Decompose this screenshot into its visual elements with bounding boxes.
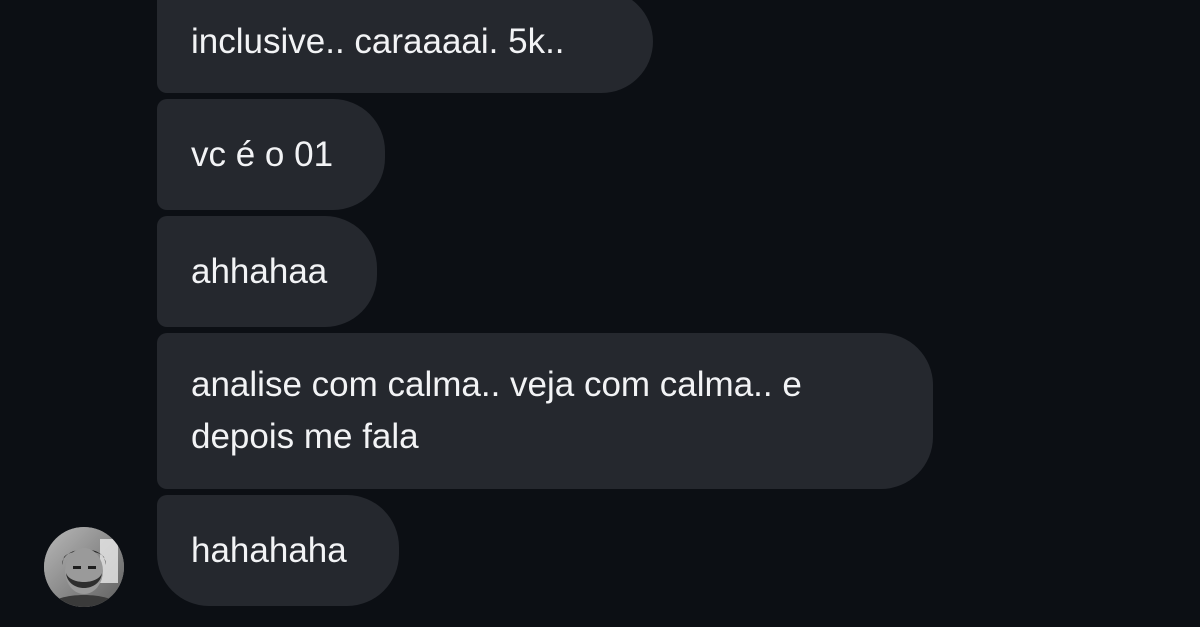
message-bubble[interactable]: hahahaha — [157, 495, 399, 606]
message-text: inclusive.. caraaaai. 5k.. — [191, 21, 565, 61]
message-bubble[interactable]: ahhahaa — [157, 216, 377, 327]
message-bubble[interactable]: analise com calma.. veja com calma.. e d… — [157, 333, 933, 489]
sender-avatar-icon[interactable] — [44, 527, 124, 607]
avatar-portrait-icon — [44, 527, 124, 607]
message-text: hahahaha — [191, 530, 347, 570]
message-text: vc é o 01 — [191, 134, 334, 174]
message-bubble[interactable]: vc é o 01 — [157, 99, 385, 210]
chat-thread: inclusive.. caraaaai. 5k.. vc é o 01 ahh… — [0, 0, 1200, 627]
message-text: analise com calma.. veja com calma.. e d… — [191, 365, 802, 456]
message-bubble[interactable]: inclusive.. caraaaai. 5k.. — [157, 0, 653, 93]
message-text: ahhahaa — [191, 251, 328, 291]
